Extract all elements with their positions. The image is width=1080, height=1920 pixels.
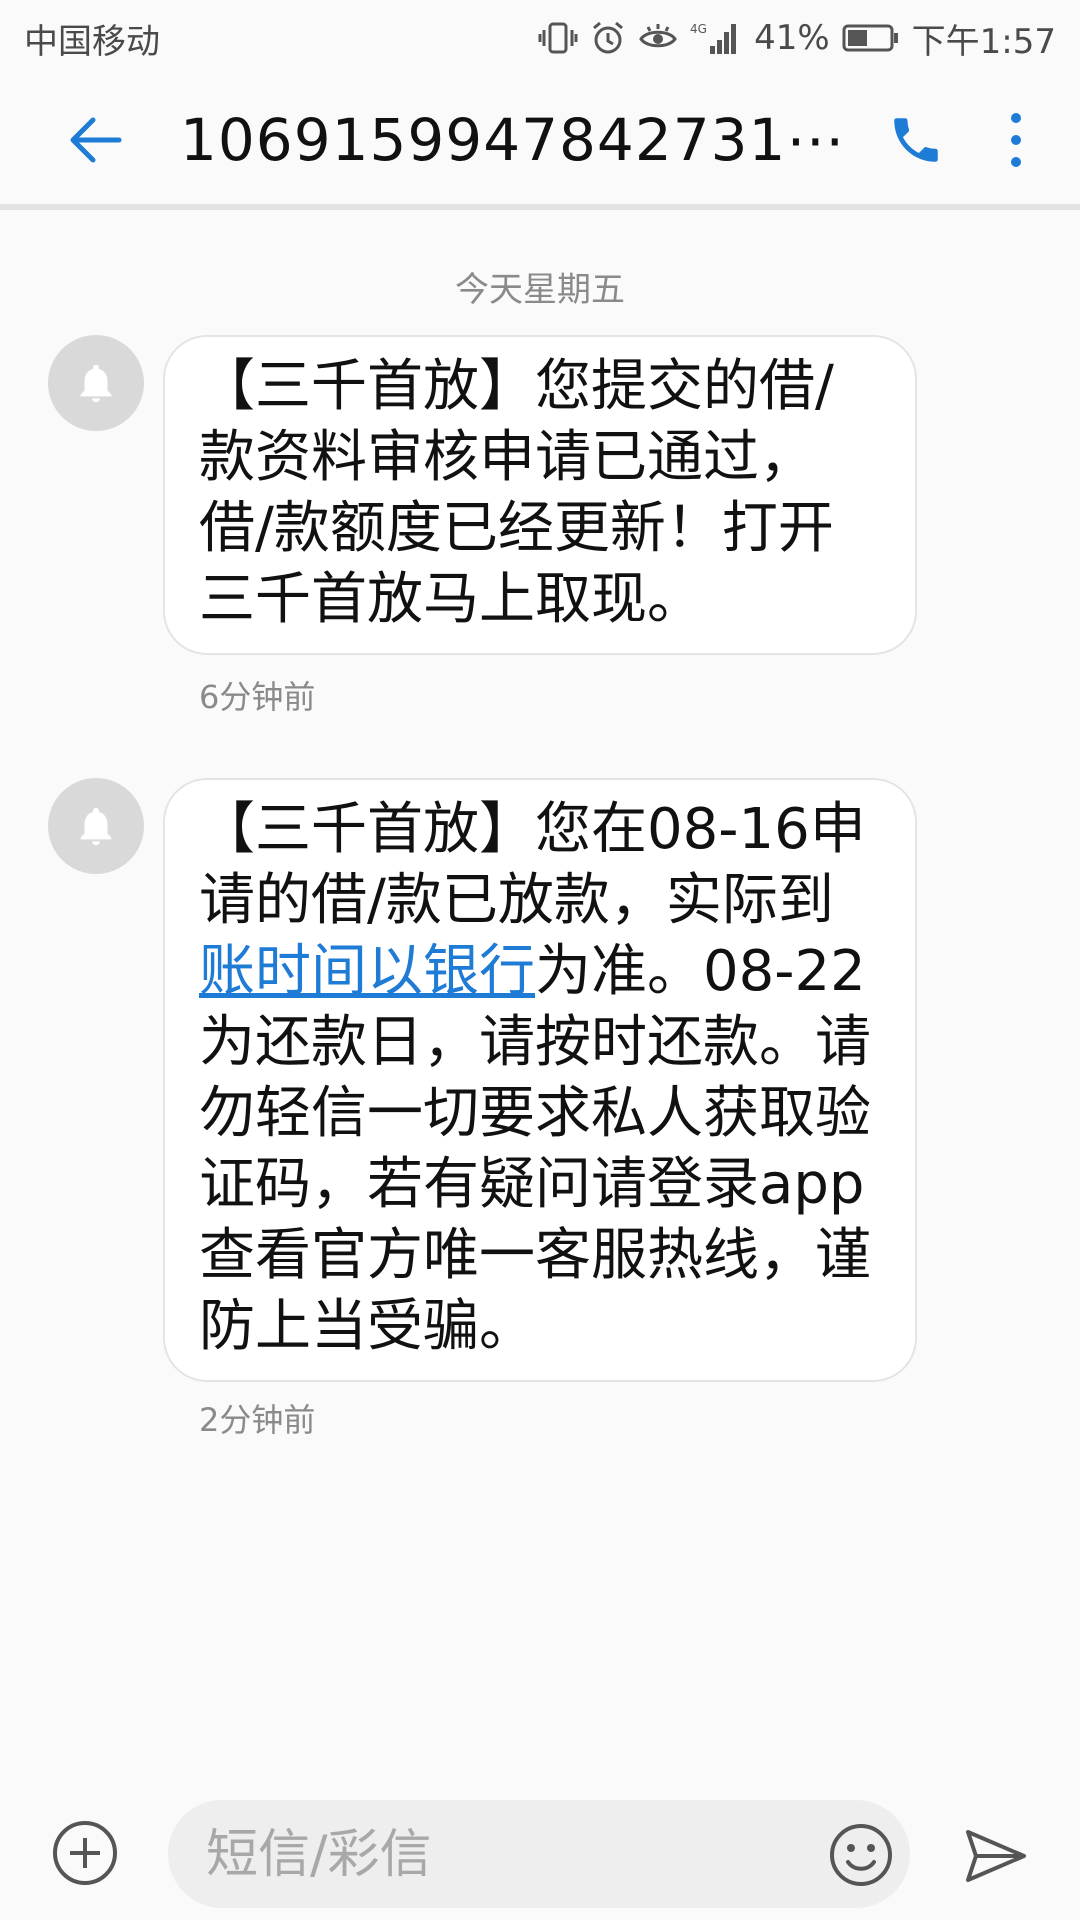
add-attachment-button[interactable]	[50, 1818, 120, 1888]
avatar[interactable]	[48, 335, 144, 431]
status-icons: 4G 41% 下午1:57	[538, 14, 1056, 63]
add-icon	[53, 1821, 117, 1885]
back-button[interactable]	[40, 85, 150, 195]
eye-comfort-icon	[638, 23, 678, 53]
avatar[interactable]	[48, 778, 144, 874]
contact-title: 10691599478427​31⋯	[180, 106, 846, 174]
composer-bar	[0, 1790, 1080, 1920]
battery-percent: 41%	[754, 18, 830, 58]
svg-text:4G: 4G	[690, 22, 707, 36]
send-icon	[966, 1830, 1026, 1882]
message-timestamp: 6分钟前	[199, 678, 316, 716]
bell-icon	[80, 807, 112, 846]
message-link[interactable]: 账时间以银行	[199, 939, 535, 1004]
message-timestamp: 2分钟前	[199, 1401, 316, 1439]
app-bar: 10691599478427​31⋯	[0, 76, 1080, 210]
status-bar: 中国移动 4G 41% 下午1:57	[0, 0, 1080, 76]
signal-icon: 4G	[690, 20, 742, 56]
battery-icon	[842, 23, 900, 53]
clock: 下午1:57	[911, 21, 1056, 62]
message-text-start: 【三千首放】您在08-16申请的借/款已放款，实际到	[199, 797, 866, 933]
phone-icon	[894, 118, 938, 162]
vibrate-icon	[538, 21, 578, 55]
message-bubble[interactable]: 【三千首放】您在08-16申请的借/款已放款，实际到账时间以银行为准。08-22…	[163, 778, 917, 1382]
send-button[interactable]	[962, 1822, 1030, 1890]
message-input-box[interactable]	[168, 1800, 910, 1910]
call-button[interactable]	[866, 85, 966, 195]
emoji-icon	[830, 1824, 892, 1886]
more-vert-icon	[1011, 113, 1021, 167]
more-options-button[interactable]	[966, 85, 1066, 195]
back-arrow-icon	[70, 117, 122, 163]
message-input[interactable]	[204, 1800, 768, 1910]
emoji-button[interactable]	[826, 1820, 896, 1890]
date-separator: 今天星期五	[455, 270, 625, 310]
message-text: 【三千首放】您提交的借/款资料审核申请已通过，借/款额度已经更新！打开三千首放马…	[199, 354, 834, 632]
bell-icon	[80, 364, 112, 403]
carrier-label: 中国移动	[24, 21, 160, 62]
message-bubble[interactable]: 【三千首放】您提交的借/款资料审核申请已通过，借/款额度已经更新！打开三千首放马…	[163, 335, 917, 655]
alarm-icon	[590, 20, 626, 56]
